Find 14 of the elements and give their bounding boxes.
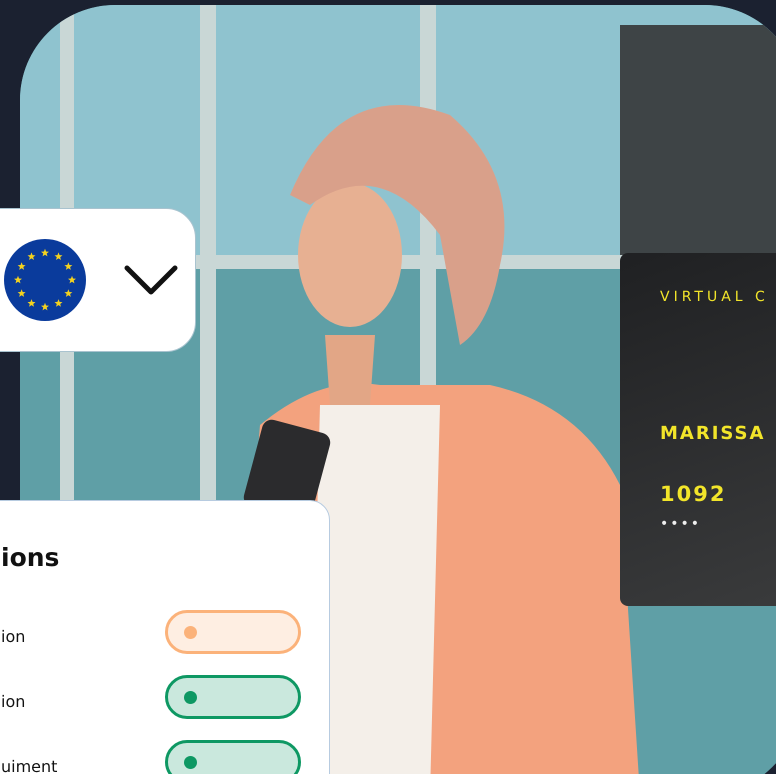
toggle-switch[interactable] [165, 675, 301, 719]
card-title: ions [1, 543, 60, 572]
option-label: ion [1, 626, 26, 646]
cardholder-name: MARISSA [660, 423, 766, 444]
option-label: ion [1, 692, 26, 710]
card-number: 1092 [660, 482, 726, 506]
flag-icon [4, 239, 86, 321]
toggle-switch[interactable] [165, 610, 301, 654]
currency-dropdown[interactable] [0, 208, 196, 352]
card-title: VIRTUAL C [660, 289, 769, 305]
masked-digits: •••• [660, 516, 702, 532]
chevron-down-icon [124, 265, 178, 295]
option-label: uiment [1, 756, 58, 774]
toggle-switch[interactable] [165, 740, 301, 774]
